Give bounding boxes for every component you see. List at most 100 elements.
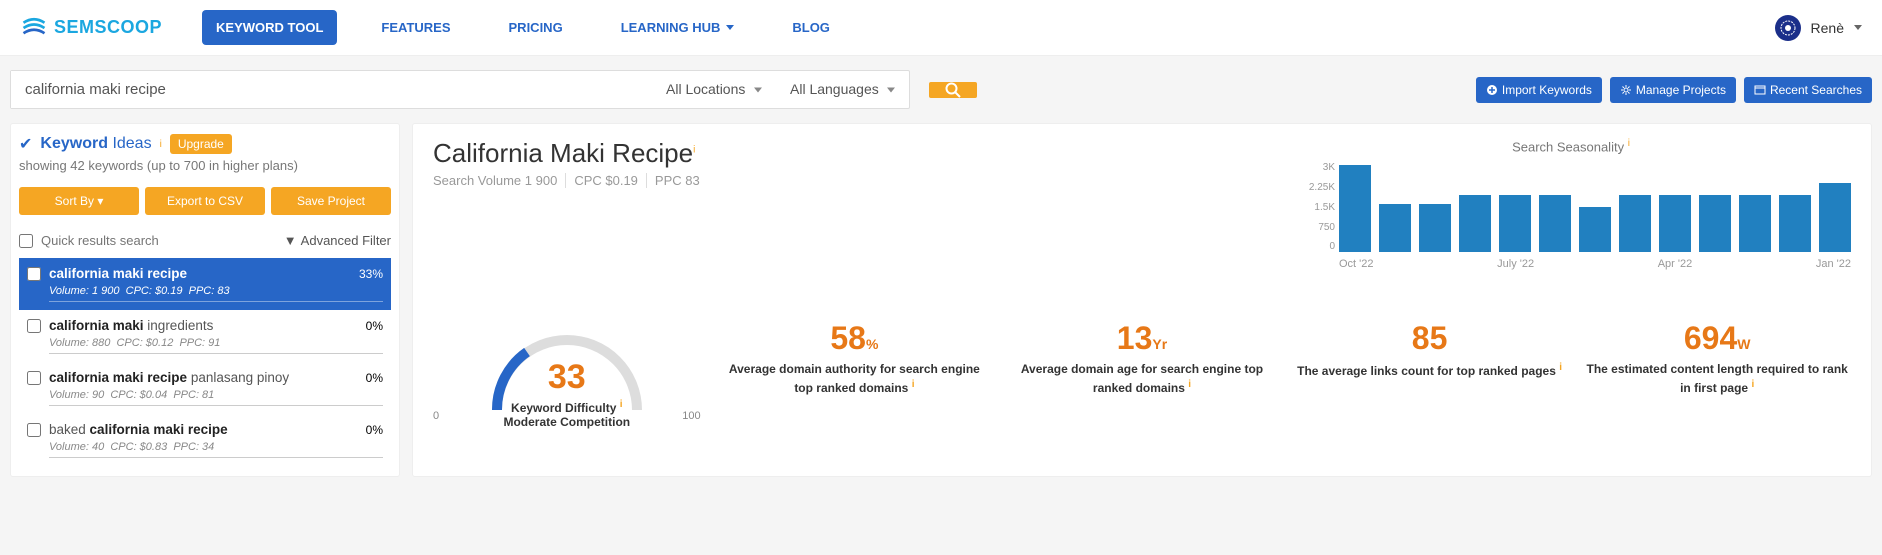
chart-bar xyxy=(1699,195,1731,252)
keyword-meta: Volume: 880 CPC: $0.12 PPC: 91 xyxy=(49,337,383,354)
words-label: The estimated content length required to… xyxy=(1583,361,1851,397)
info-icon[interactable]: i xyxy=(1628,138,1630,149)
brand-text: SEMSCOOP xyxy=(54,17,162,38)
chart-bar xyxy=(1499,195,1531,252)
keyword-checkbox[interactable] xyxy=(27,423,41,437)
difficulty-gauge: 33 Keyword Difficulty i Moderate Competi… xyxy=(482,320,652,410)
keyword-pct: 0% xyxy=(366,423,383,437)
links-value: 85 xyxy=(1412,320,1448,356)
chart-bar xyxy=(1459,195,1491,252)
metric-domain-age: 13Yr Average domain age for search engin… xyxy=(1008,320,1276,422)
keyword-pct: 0% xyxy=(366,319,383,333)
keyword-item[interactable]: california maki ingredients0%Volume: 880… xyxy=(19,310,391,362)
keyword-checkbox[interactable] xyxy=(27,371,41,385)
words-unit: W xyxy=(1737,336,1750,352)
info-icon[interactable]: i xyxy=(620,399,623,410)
check-icon: ✔ xyxy=(19,134,32,154)
age-unit: Yr xyxy=(1152,336,1167,352)
info-icon[interactable]: i xyxy=(693,144,695,155)
keyword-name: baked california maki recipe xyxy=(49,422,358,437)
filter-row: ▼Advanced Filter xyxy=(19,227,391,254)
difficulty-label: Keyword Difficulty i xyxy=(482,399,652,415)
keyword-meta: Volume: 40 CPC: $0.83 PPC: 34 xyxy=(49,441,383,458)
keyword-meta: Volume: 1 900 CPC: $0.19 PPC: 83 xyxy=(49,285,383,302)
keyword-input[interactable] xyxy=(11,71,652,108)
stat-cpc: CPC $0.19 xyxy=(566,173,647,188)
da-unit: % xyxy=(866,336,878,352)
info-icon[interactable]: i xyxy=(160,139,162,150)
manage-projects-button[interactable]: Manage Projects xyxy=(1610,77,1736,103)
export-csv-button[interactable]: Export to CSV xyxy=(145,187,265,215)
brand-icon xyxy=(20,14,48,42)
search-button[interactable] xyxy=(929,82,977,98)
keyword-checkbox[interactable] xyxy=(27,319,41,333)
nav-features[interactable]: FEATURES xyxy=(367,10,464,45)
keyword-pct: 0% xyxy=(366,371,383,385)
metric-difficulty: 33 Keyword Difficulty i Moderate Competi… xyxy=(433,320,701,422)
chart-bar xyxy=(1579,207,1611,252)
chart-bar xyxy=(1339,165,1371,252)
chart-bars xyxy=(1339,162,1851,252)
info-icon[interactable]: i xyxy=(1559,362,1562,373)
words-value: 694 xyxy=(1684,320,1737,356)
sort-by-button[interactable]: Sort By ▾ xyxy=(19,187,139,215)
stat-ppc: PPC 83 xyxy=(647,173,708,188)
chart-bar xyxy=(1819,183,1851,252)
chart-bar xyxy=(1739,195,1771,252)
info-icon[interactable]: i xyxy=(1188,379,1191,390)
chart-bar xyxy=(1379,204,1411,252)
chart-yaxis: 3K2.25K1.5K7500 xyxy=(1291,162,1335,252)
advanced-filter-button[interactable]: ▼Advanced Filter xyxy=(284,233,391,248)
top-navbar: SEMSCOOP KEYWORD TOOL FEATURES PRICING L… xyxy=(0,0,1882,56)
chart-title: Search Seasonality i xyxy=(1291,138,1851,154)
gauge-min: 0 xyxy=(433,410,439,422)
recent-searches-button[interactable]: Recent Searches xyxy=(1744,77,1872,103)
info-icon[interactable]: i xyxy=(1751,379,1754,390)
metric-links: 85 The average links count for top ranke… xyxy=(1296,320,1564,422)
upgrade-button[interactable]: Upgrade xyxy=(170,134,232,154)
metric-domain-authority: 58% Average domain authority for search … xyxy=(721,320,989,422)
search-icon xyxy=(945,82,961,98)
sidebar-header: ✔ Keyword Ideas i Upgrade xyxy=(19,134,391,154)
metric-content-length: 694W The estimated content length requir… xyxy=(1583,320,1851,422)
import-keywords-button[interactable]: Import Keywords xyxy=(1476,77,1602,103)
search-box: All Locations All Languages xyxy=(10,70,910,109)
user-name: Renè xyxy=(1811,20,1844,36)
save-project-button[interactable]: Save Project xyxy=(271,187,391,215)
content-panel: California Maki Recipei Search Volume 1 … xyxy=(412,123,1872,477)
keyword-stats: Search Volume 1 900CPC $0.19PPC 83 xyxy=(433,173,1291,188)
keyword-checkbox[interactable] xyxy=(27,267,41,281)
gauge-max: 100 xyxy=(682,410,700,422)
nav-keyword-tool[interactable]: KEYWORD TOOL xyxy=(202,10,337,45)
language-select[interactable]: All Languages xyxy=(776,71,909,107)
da-value: 58 xyxy=(830,320,866,356)
chart-bar xyxy=(1419,204,1451,252)
keyword-name: california maki recipe panlasang pinoy xyxy=(49,370,358,385)
keyword-sidebar: ✔ Keyword Ideas i Upgrade showing 42 key… xyxy=(10,123,400,477)
metrics-row: 33 Keyword Difficulty i Moderate Competi… xyxy=(433,320,1851,422)
info-icon[interactable]: i xyxy=(912,379,915,390)
nav-learning-hub[interactable]: LEARNING HUB xyxy=(607,10,749,45)
nav-pricing[interactable]: PRICING xyxy=(495,10,577,45)
select-all-checkbox[interactable] xyxy=(19,234,33,248)
location-select[interactable]: All Locations xyxy=(652,71,776,107)
age-value: 13 xyxy=(1117,320,1153,356)
window-icon xyxy=(1754,84,1766,96)
search-bar: All Locations All Languages Import Keywo… xyxy=(0,56,1882,123)
difficulty-sub: Moderate Competition xyxy=(482,415,652,429)
difficulty-value: 33 xyxy=(482,358,652,397)
brand-logo[interactable]: SEMSCOOP xyxy=(20,14,162,42)
sidebar-buttons: Sort By ▾ Export to CSV Save Project xyxy=(19,187,391,215)
keyword-item[interactable]: baked california maki recipe 0% Volume: 40… xyxy=(19,414,391,466)
nav-blog[interactable]: BLOG xyxy=(778,10,844,45)
quick-search-input[interactable] xyxy=(41,233,276,248)
gear-icon xyxy=(1620,84,1632,96)
filter-icon: ▼ xyxy=(284,233,297,248)
chart-bar xyxy=(1619,195,1651,252)
keyword-item[interactable]: california maki recipe panlasang pinoy 0%… xyxy=(19,362,391,414)
user-menu[interactable]: Renè xyxy=(1775,15,1862,41)
keyword-pct: 33% xyxy=(359,267,383,281)
age-label: Average domain age for search engine top… xyxy=(1008,361,1276,397)
action-buttons: Import Keywords Manage Projects Recent S… xyxy=(1476,77,1872,103)
keyword-item[interactable]: california maki recipe33%Volume: 1 900 C… xyxy=(19,258,391,310)
